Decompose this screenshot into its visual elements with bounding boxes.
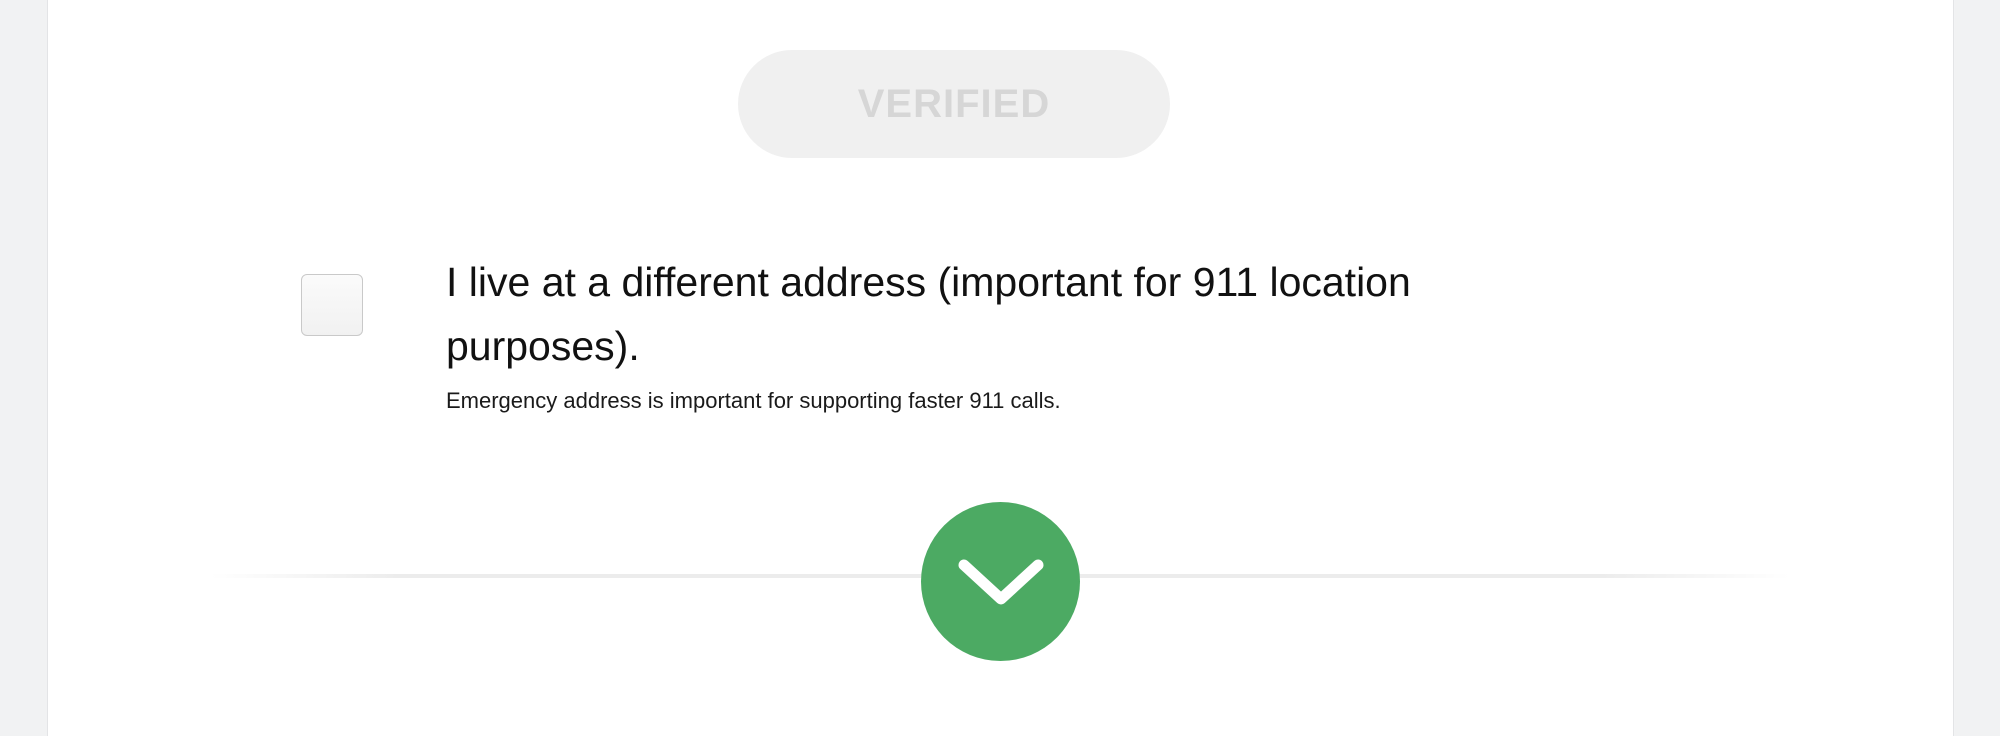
emergency-address-hint: Emergency address is important for suppo… (446, 388, 1061, 413)
different-address-checkbox[interactable] (301, 274, 363, 336)
verified-button[interactable]: VERIFIED (738, 50, 1170, 158)
page-gutter-left (0, 0, 47, 736)
chevron-down-icon (958, 557, 1044, 607)
page-gutter-right (1955, 0, 2000, 736)
different-address-label[interactable]: I live at a different address (important… (446, 250, 1546, 378)
next-step-button[interactable] (921, 502, 1080, 661)
